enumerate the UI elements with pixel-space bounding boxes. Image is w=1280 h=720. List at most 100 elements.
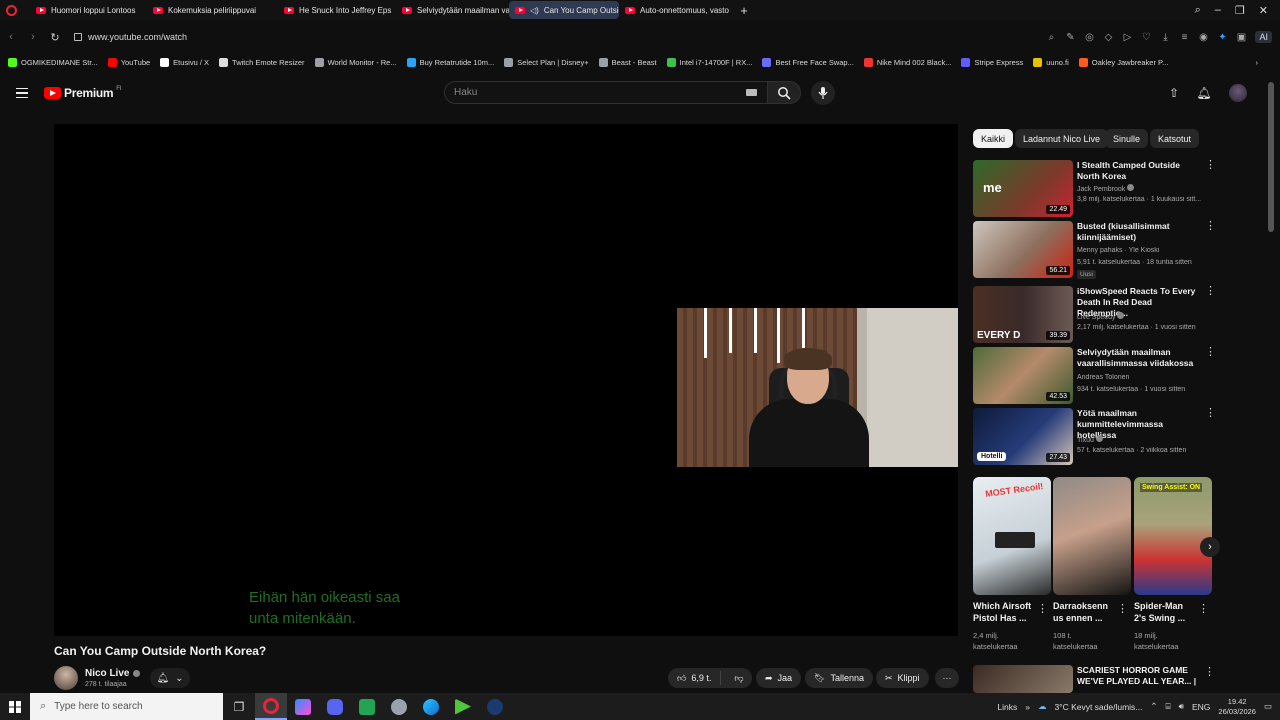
spreadsheet-app-icon[interactable] — [351, 693, 383, 720]
channel-avatar[interactable] — [54, 666, 78, 690]
keyboard-icon[interactable] — [746, 89, 757, 96]
bookmarks-overflow-icon[interactable]: › — [1256, 58, 1275, 67]
rec-channel[interactable]: Menny pahaks · Yle Kioski — [1077, 247, 1207, 254]
bookmark-item[interactable]: uuno.fi — [1033, 57, 1069, 67]
notifications-bell-icon[interactable]: 🔔︎ — [1196, 85, 1212, 101]
short-title[interactable]: Darraoksenn us ennen ... — [1053, 600, 1117, 624]
chip-uploaded-by[interactable]: Ladannut Nico Live — [1015, 129, 1109, 148]
heart-icon[interactable]: ♡ — [1141, 32, 1151, 43]
bookmark-item[interactable]: Intel i7-14700F | RX... — [666, 57, 752, 67]
short-thumbnail[interactable]: MOST Recoil! — [973, 477, 1051, 595]
more-vertical-icon[interactable]: ⋮ — [1204, 665, 1215, 678]
chip-all[interactable]: Kaikki — [973, 129, 1014, 148]
photo-app-icon[interactable] — [287, 693, 319, 720]
more-vertical-icon[interactable]: ⋮ — [1205, 160, 1216, 171]
more-vertical-icon[interactable]: ⋮ — [1205, 221, 1216, 232]
play-icon[interactable]: ▷ — [1122, 32, 1132, 43]
browser-tab[interactable]: He Snuck Into Jeffrey Eps — [278, 1, 396, 19]
browser-tab-active[interactable]: ◁) Can You Camp Outsid — [509, 1, 619, 19]
cube-icon[interactable]: ▣ — [1236, 32, 1246, 43]
network-icon[interactable]: ⌸ — [1166, 701, 1171, 712]
browser-tab[interactable]: Huomori loppui Lontoos — [30, 1, 147, 19]
more-vertical-icon[interactable]: ⋮ — [1205, 347, 1216, 358]
settings-app-icon[interactable] — [383, 693, 415, 720]
edge-icon[interactable] — [415, 693, 447, 720]
chip-for-you[interactable]: Sinulle — [1105, 129, 1149, 148]
ai-button[interactable]: AI — [1255, 31, 1272, 43]
lock-icon[interactable] — [74, 33, 82, 41]
browser-tab[interactable]: Kokemuksia peliriippuvai — [147, 1, 264, 19]
bookmark-item[interactable]: Oakley Jawbreaker P... — [1078, 57, 1168, 67]
clip-button[interactable]: ✂ Klippi — [876, 668, 929, 688]
rec-channel[interactable]: Live Speedy — [1077, 312, 1207, 321]
speaker-icon[interactable]: ◁) — [530, 6, 539, 15]
search-tabs-icon[interactable]: ⌕ — [1195, 4, 1201, 17]
bookmark-item[interactable]: World Monitor - Re... — [314, 57, 397, 67]
video-player[interactable]: Eihän hän oikeasti saa unta mitenkään. — [54, 124, 958, 636]
forward-icon[interactable]: › — [22, 31, 44, 43]
voice-search-button[interactable] — [811, 81, 835, 105]
rec-channel[interactable]: Andreas Tolonen — [1077, 374, 1207, 381]
edit-icon[interactable]: ✎ — [1065, 32, 1075, 43]
reload-icon[interactable]: ↻ — [44, 31, 66, 44]
save-button[interactable]: 🔖︎ Tallenna — [805, 668, 873, 688]
weather-icon[interactable]: ☁ — [1038, 701, 1047, 712]
video-thumbnail[interactable]: 42.53 — [973, 347, 1073, 404]
discord-icon[interactable] — [319, 693, 351, 720]
opera-logo-icon[interactable] — [0, 0, 22, 20]
media-player-icon[interactable] — [447, 693, 479, 720]
shorts-next-button[interactable]: › — [1200, 537, 1220, 557]
browser-tab[interactable]: Auto-onnettomuus, vasto — [619, 1, 734, 19]
links-toolbar[interactable]: Links — [997, 702, 1017, 712]
recommendation-item[interactable]: me 22.49 I Stealth Camped Outside North … — [973, 160, 1216, 217]
video-thumbnail[interactable]: EVERY D 39.39 — [973, 286, 1073, 343]
windows-start-icon[interactable] — [0, 693, 30, 720]
weather-text[interactable]: 3°C Kevyt sade/lumis... — [1054, 702, 1142, 712]
menu-list-icon[interactable]: ≡ — [1179, 32, 1189, 43]
extension-icon[interactable]: ✦ — [1217, 32, 1227, 43]
more-vertical-icon[interactable]: ⋮ — [1205, 408, 1216, 419]
restore-icon[interactable]: ❐ — [1235, 4, 1245, 17]
search-button[interactable] — [767, 81, 801, 104]
rec-channel[interactable]: Jack Pembrook — [1077, 184, 1207, 193]
rec-channel[interactable]: Tixuu — [1077, 435, 1207, 444]
hamburger-menu-icon[interactable] — [16, 88, 28, 98]
browser-tab[interactable]: Selviydytään maailman va — [396, 1, 509, 19]
notifications-icon[interactable]: ▭ — [1264, 701, 1272, 712]
more-vertical-icon[interactable]: ⋮ — [1117, 602, 1128, 615]
bookmark-item[interactable]: Buy Retatrutide 10m... — [406, 57, 494, 67]
more-vertical-icon[interactable]: ⋮ — [1037, 602, 1048, 615]
video-thumbnail[interactable] — [973, 665, 1073, 693]
bookmark-item[interactable]: Select Plan | Disney+ — [504, 57, 589, 67]
bookmark-item[interactable]: Best Free Face Swap... — [762, 57, 854, 67]
channel-name[interactable]: Nico Live — [85, 668, 141, 679]
new-tab-icon[interactable]: + — [734, 3, 754, 18]
steam-icon[interactable] — [479, 693, 511, 720]
task-view-icon[interactable]: ❐ — [223, 693, 255, 720]
bookmark-item[interactable]: OGMIKEDIMANE Str... — [8, 57, 98, 67]
share-button[interactable]: ➦ Jaa — [756, 668, 802, 688]
like-button[interactable]: 👍︎ 6,9 t. — [668, 671, 722, 685]
rec-title[interactable]: I Stealth Camped Outside North Korea — [1077, 160, 1199, 182]
chip-watched[interactable]: Katsotut — [1150, 129, 1200, 148]
chevron-right-icon[interactable]: » — [1025, 702, 1030, 712]
video-thumbnail[interactable]: 56.21 — [973, 221, 1073, 278]
shield-icon[interactable]: ◇ — [1103, 32, 1113, 43]
bookmark-item[interactable]: YouTube — [107, 57, 150, 67]
bookmark-item[interactable]: Nike Mind 002 Black... — [863, 57, 951, 67]
recommendation-item[interactable]: 42.53 Selviydytään maailman vaarallisimm… — [973, 347, 1216, 404]
clock[interactable]: 19.42 26/03/2026 — [1218, 697, 1256, 717]
video-thumbnail[interactable]: me 22.49 — [973, 160, 1073, 217]
chevron-up-icon[interactable]: ⌃ — [1150, 701, 1157, 712]
bookmark-item[interactable]: Stripe Express — [961, 57, 1023, 67]
short-thumbnail[interactable]: Swing Assist: ON — [1134, 477, 1212, 595]
opera-taskbar-icon[interactable] — [255, 693, 287, 720]
language-indicator[interactable]: ENG — [1192, 702, 1210, 712]
short-title[interactable]: Which Airsoft Pistol Has ... — [973, 600, 1037, 624]
search-input[interactable]: Haku — [444, 81, 768, 104]
short-thumbnail[interactable] — [1053, 477, 1131, 595]
short-title[interactable]: Spider-Man 2's Swing ... — [1134, 600, 1198, 624]
video-thumbnail[interactable]: Hotelli 27.43 — [973, 408, 1073, 465]
bookmark-item[interactable]: Twitch Emote Resizer — [219, 57, 305, 67]
youtube-premium-logo[interactable]: Premium FI — [44, 86, 122, 100]
